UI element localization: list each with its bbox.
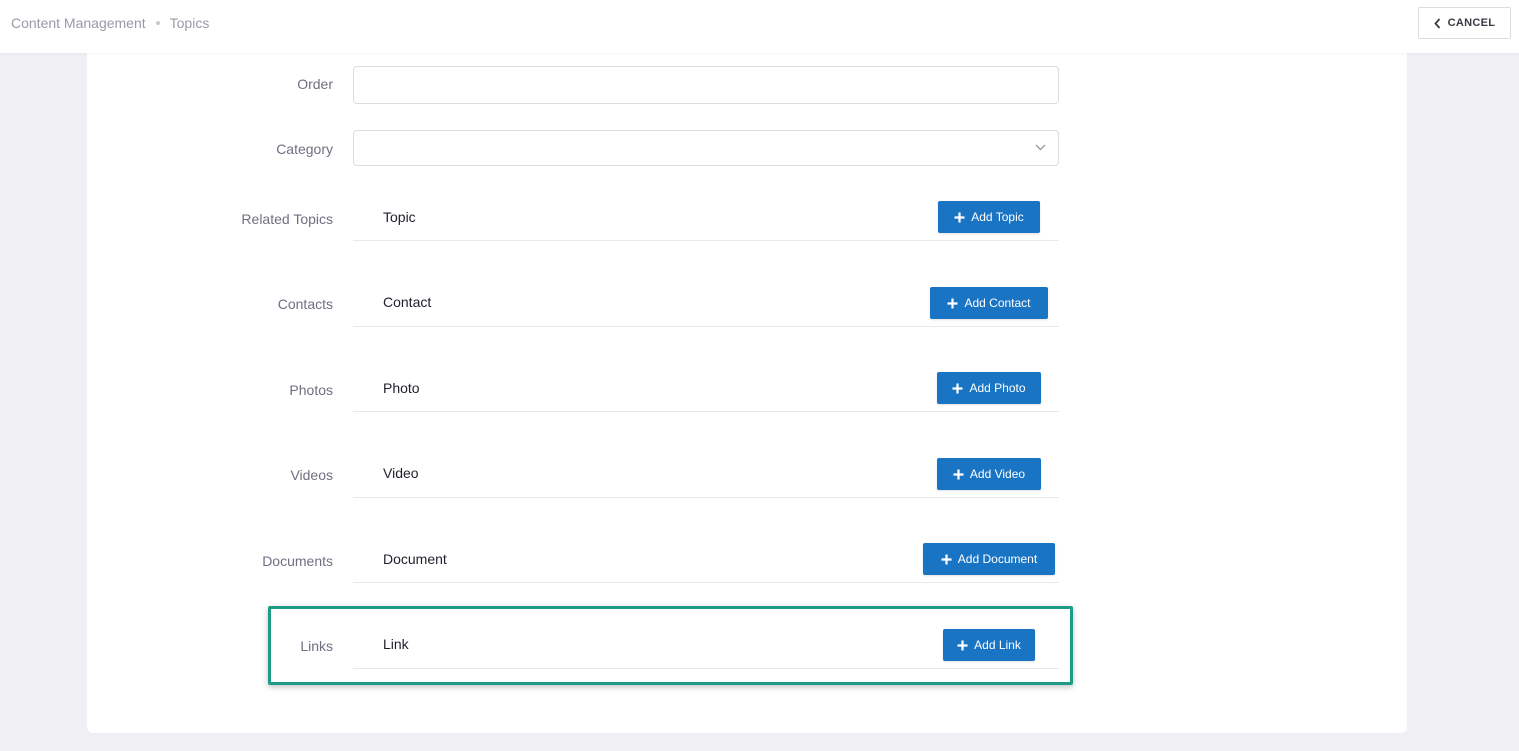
order-label: Order	[297, 76, 333, 92]
chevron-down-icon	[1035, 144, 1046, 151]
contact-title: Contact	[383, 294, 432, 310]
row-divider	[353, 326, 1059, 327]
top-header: Content Management Topics CANCEL	[0, 0, 1519, 53]
row-divider	[353, 240, 1059, 241]
photo-title: Photo	[383, 380, 420, 396]
cancel-button[interactable]: CANCEL	[1418, 7, 1511, 39]
plus-icon	[957, 640, 968, 650]
row-divider	[353, 668, 1059, 669]
video-title: Video	[383, 465, 419, 481]
photos-label: Photos	[289, 382, 333, 398]
breadcrumb: Content Management Topics	[11, 15, 209, 31]
topic-title: Topic	[383, 209, 416, 225]
links-label: Links	[300, 638, 333, 654]
breadcrumb-item-topics: Topics	[169, 15, 210, 31]
plus-icon	[947, 298, 958, 308]
plus-icon	[953, 469, 964, 479]
category-label: Category	[276, 141, 333, 157]
row-divider	[353, 497, 1059, 498]
videos-label: Videos	[290, 467, 333, 483]
add-topic-button[interactable]: Add Topic	[938, 201, 1040, 233]
plus-icon	[954, 212, 965, 222]
add-photo-button[interactable]: Add Photo	[937, 372, 1041, 404]
contacts-label: Contacts	[277, 296, 333, 312]
breadcrumb-item-content-management[interactable]: Content Management	[11, 15, 146, 31]
chevron-left-icon	[1433, 17, 1440, 29]
plus-icon	[952, 383, 963, 393]
add-photo-label: Add Photo	[969, 381, 1026, 395]
add-link-button[interactable]: Add Link	[943, 629, 1035, 661]
link-title: Link	[383, 636, 409, 652]
documents-label: Documents	[262, 553, 333, 569]
order-input[interactable]	[353, 66, 1059, 104]
add-topic-label: Add Topic	[971, 210, 1024, 224]
add-video-button[interactable]: Add Video	[937, 458, 1041, 490]
category-select[interactable]	[353, 130, 1059, 166]
add-contact-button[interactable]: Add Contact	[930, 287, 1048, 319]
related-topics-label: Related Topics	[241, 211, 333, 227]
add-video-label: Add Video	[969, 467, 1026, 481]
cancel-button-label: CANCEL	[1447, 17, 1496, 29]
row-divider	[353, 582, 1059, 583]
row-divider	[353, 411, 1059, 412]
breadcrumb-separator-dot	[155, 21, 160, 25]
plus-icon	[941, 554, 952, 564]
add-link-label: Add Link	[974, 638, 1021, 652]
add-contact-label: Add Contact	[964, 296, 1031, 310]
document-title: Document	[383, 551, 447, 567]
add-document-label: Add Document	[957, 552, 1038, 566]
add-document-button[interactable]: Add Document	[923, 543, 1055, 575]
